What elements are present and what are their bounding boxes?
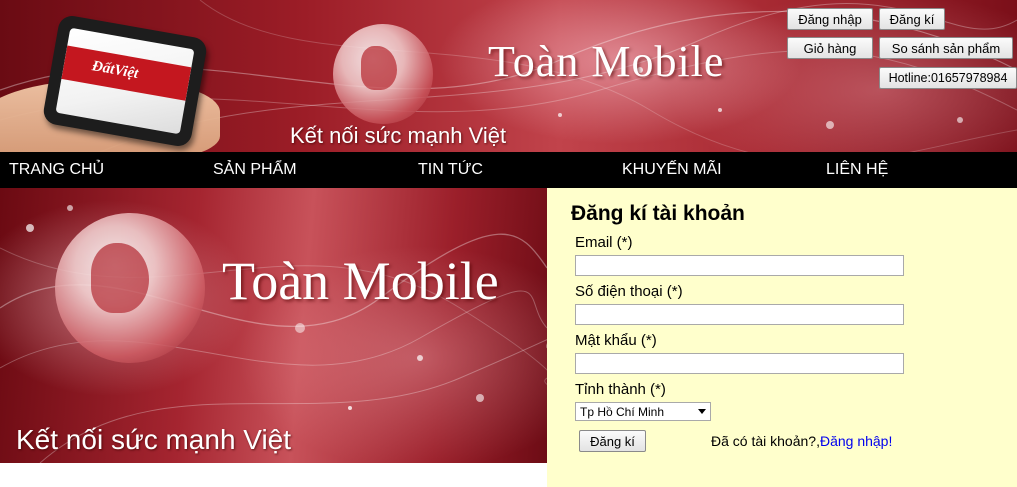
- submit-register-button[interactable]: Đăng kí: [579, 430, 646, 452]
- email-label: Email (*): [575, 234, 633, 251]
- register-title: Đăng kí tài khoản: [571, 202, 745, 225]
- register-panel: Đăng kí tài khoản Email (*) Số điện thoạ…: [547, 188, 1017, 487]
- phone-in-hand-image: ĐấtViệt: [0, 13, 230, 152]
- hero-banner: Toàn Mobile Kết nối sức mạnh Việt: [0, 188, 547, 463]
- have-account-text: Đã có tài khoản?,Đăng nhập!: [711, 433, 892, 449]
- chevron-down-icon: [698, 409, 706, 414]
- header-slogan: Kết nối sức mạnh Việt: [290, 123, 507, 148]
- nav-item-news[interactable]: TIN TỨC: [418, 152, 483, 188]
- nav-item-contact[interactable]: LIÊN HỆ: [826, 152, 888, 188]
- city-select[interactable]: Tp Hồ Chí Minh: [575, 402, 711, 421]
- phone-screen: ĐấtViệt: [55, 27, 195, 135]
- nav-item-home[interactable]: TRANG CHỦ: [9, 152, 104, 188]
- register-button[interactable]: Đăng kí: [879, 8, 945, 30]
- email-field[interactable]: [575, 255, 904, 276]
- globe-icon: [333, 24, 433, 124]
- hero-slogan: Kết nối sức mạnh Việt: [16, 424, 292, 455]
- have-account-label: Đã có tài khoản?,: [711, 433, 820, 449]
- cart-button[interactable]: Giỏ hàng: [787, 37, 873, 59]
- phone-label: Số điện thoại (*): [575, 283, 683, 300]
- city-label: Tỉnh thành (*): [575, 381, 666, 398]
- login-link[interactable]: Đăng nhập!: [820, 433, 892, 449]
- phone-field[interactable]: [575, 304, 904, 325]
- login-button[interactable]: Đăng nhập: [787, 8, 873, 30]
- hero-brand-title: Toàn Mobile: [222, 251, 499, 311]
- nav-item-promotions[interactable]: KHUYẾN MÃI: [622, 152, 722, 188]
- globe-icon: [55, 213, 205, 363]
- main-nav: TRANG CHỦ SẢN PHẨM TIN TỨC KHUYẾN MÃI LI…: [0, 152, 1017, 188]
- password-field[interactable]: [575, 353, 904, 374]
- password-label: Mật khẩu (*): [575, 332, 657, 349]
- city-select-value: Tp Hồ Chí Minh: [580, 404, 665, 419]
- header-brand-title: Toàn Mobile: [488, 37, 725, 86]
- header-banner: ĐấtViệt Toàn Mobile Kết nối sức mạnh Việ…: [0, 0, 1017, 152]
- nav-item-products[interactable]: SẢN PHẨM: [213, 152, 297, 188]
- compare-products-button[interactable]: So sánh sản phẩm: [879, 37, 1013, 59]
- hotline-button[interactable]: Hotline:01657978984: [879, 67, 1017, 89]
